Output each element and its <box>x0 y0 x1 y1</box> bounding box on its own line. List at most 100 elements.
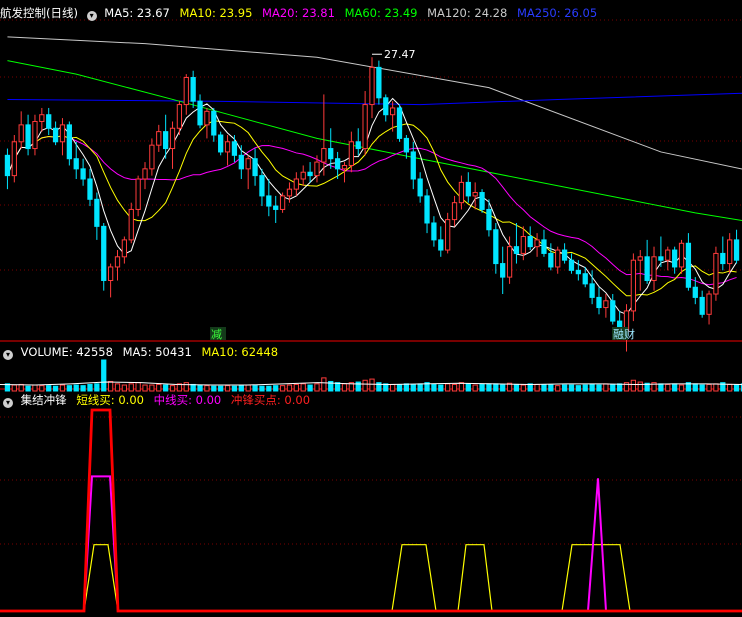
candle-body <box>465 181 471 197</box>
volume-bar <box>665 383 671 392</box>
candle-body <box>94 198 100 227</box>
volume-bar <box>555 385 561 392</box>
volume-bar <box>658 383 664 392</box>
legend-vol-ma10: MA10: 62448 <box>201 345 279 359</box>
candle-body <box>458 181 465 204</box>
candle-body <box>273 205 279 210</box>
candle-body <box>548 252 554 268</box>
candle-body <box>603 300 609 309</box>
ma10-line <box>6 120 737 297</box>
candle-body <box>300 171 306 180</box>
candle-body <box>59 124 66 143</box>
candle-body <box>266 195 272 207</box>
volume-bar <box>733 384 740 392</box>
candle-body <box>561 249 568 261</box>
volume-bar <box>383 383 389 392</box>
volume-bar <box>94 383 100 392</box>
volume-bar <box>410 383 416 392</box>
volume-panel-header: ▾ VOLUME: 42558 MA5: 50431 MA10: 62448 <box>0 344 284 360</box>
candle-body <box>431 222 437 241</box>
volume-bar <box>66 385 72 392</box>
volume-bar <box>231 385 238 392</box>
chevron-down-icon[interactable]: ▾ <box>86 11 97 21</box>
volume-bar <box>300 383 306 392</box>
candle-body <box>438 239 444 251</box>
volume-bar <box>596 384 602 392</box>
volume-bar <box>355 381 361 392</box>
chevron-down-icon[interactable]: ▾ <box>3 350 13 360</box>
volume-bar <box>121 384 128 392</box>
candle-body <box>451 202 458 221</box>
volume-bar <box>692 383 698 392</box>
legend-ma120: MA120: 24.28 <box>427 6 508 20</box>
legend-volume: VOLUME: 42558 <box>20 345 113 359</box>
candle-body <box>169 127 176 150</box>
candle-body <box>87 178 93 200</box>
volume-bar <box>465 383 471 392</box>
indicator-lines <box>0 408 742 613</box>
volume-bar <box>142 384 148 392</box>
candle-body <box>66 124 72 160</box>
candle-body <box>685 242 692 288</box>
volume-bar <box>362 379 368 392</box>
volume-bar <box>266 385 272 392</box>
volume-bar <box>727 383 733 392</box>
candle-body <box>204 110 210 126</box>
line-short-line <box>0 544 742 612</box>
candle-body <box>589 283 595 298</box>
volume-bar <box>169 385 176 392</box>
volume-bar <box>610 383 616 392</box>
volume-bar <box>513 383 520 392</box>
legend-charge-buy: 冲锋买点: 0.00 <box>230 393 311 407</box>
volume-bar <box>279 385 286 392</box>
candle-body <box>362 104 368 150</box>
candle-body <box>156 131 162 146</box>
volume-bar <box>713 383 719 392</box>
candle-body <box>279 195 286 210</box>
volume-bar <box>190 383 196 392</box>
candle-body <box>224 141 231 153</box>
legend-ma60: MA60: 23.49 <box>344 6 418 20</box>
candle-body <box>396 107 403 139</box>
candle-body <box>128 208 134 241</box>
volume-bar <box>603 383 609 392</box>
candle-body <box>293 178 299 190</box>
volume-bar <box>73 384 79 392</box>
candle-body <box>733 239 740 261</box>
candle-body <box>706 293 712 315</box>
volume-bar <box>80 385 86 392</box>
candle-body <box>245 158 251 170</box>
candle-body <box>149 144 155 170</box>
candlesticks <box>4 57 740 352</box>
volume-bar <box>286 384 293 392</box>
candle-body <box>699 296 705 315</box>
chevron-down-icon[interactable]: ▾ <box>3 398 13 408</box>
volume-bar <box>197 384 203 392</box>
candle-body <box>142 168 148 180</box>
volume-bar <box>548 384 554 392</box>
volume-bar <box>561 384 568 392</box>
candle-body <box>493 229 499 265</box>
candle-body <box>500 263 506 278</box>
volume-bar <box>87 383 93 392</box>
volume-bar <box>149 384 155 392</box>
volume-bar <box>637 381 643 392</box>
candle-body <box>334 158 341 170</box>
candle-body <box>527 236 533 248</box>
volume-bar <box>451 383 458 392</box>
volume-bar <box>11 384 17 392</box>
candle-body <box>472 192 478 197</box>
candle-body <box>25 124 31 150</box>
event-label: 融财 <box>613 327 635 341</box>
volume-bar <box>218 385 224 392</box>
candle-body <box>534 239 540 248</box>
volume-bar <box>486 383 492 392</box>
volume-bar <box>101 359 107 392</box>
volume-bar <box>541 384 547 392</box>
candle-body <box>107 266 114 281</box>
candle-body <box>259 175 265 197</box>
candle-body <box>321 148 327 163</box>
legend-short-buy: 短线买: 0.00 <box>76 393 144 407</box>
volume-bar <box>699 384 705 392</box>
volume-bar <box>493 383 499 392</box>
